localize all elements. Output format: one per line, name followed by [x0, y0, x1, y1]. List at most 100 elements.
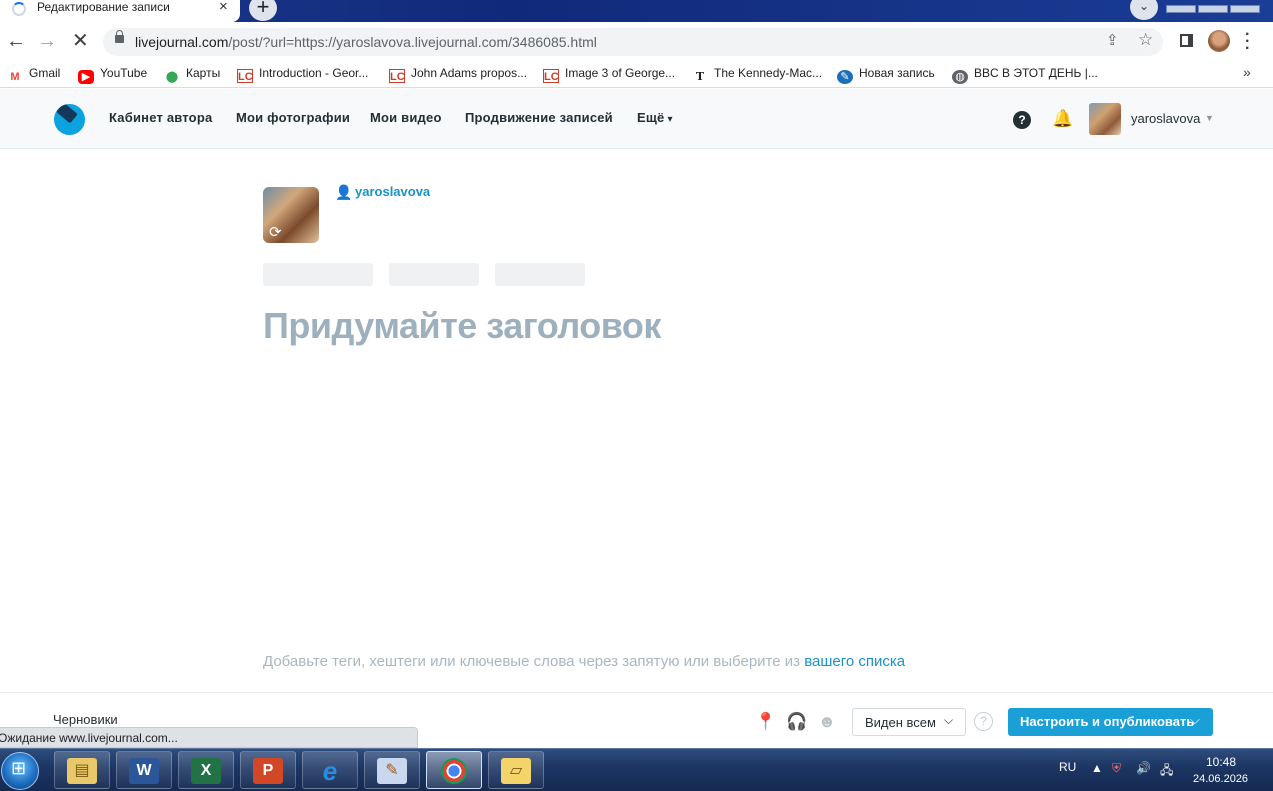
- status-text: Ожидание www.livejournal.com...: [0, 731, 178, 745]
- tab-close-button[interactable]: ×: [219, 0, 228, 15]
- globe-icon: ◍: [952, 70, 968, 84]
- lj-header: Кабинет автора Мои фотографии Мои видео …: [0, 89, 1273, 149]
- window-controls[interactable]: [1166, 0, 1273, 13]
- active-tab[interactable]: Редактирование записи ×: [0, 0, 240, 22]
- nav-my-videos[interactable]: Мои видео: [370, 110, 442, 125]
- author-avatar[interactable]: ⟳: [263, 187, 319, 243]
- visibility-help-icon[interactable]: ?: [974, 712, 993, 731]
- user-avatar[interactable]: [1089, 103, 1121, 135]
- browser-toolbar: ← → ✕ livejournal.com/post/?url=https://…: [0, 22, 1273, 60]
- taskbar-word[interactable]: W: [116, 751, 172, 789]
- start-button[interactable]: [1, 752, 39, 790]
- chevron-down-icon[interactable]: ▼: [1205, 113, 1214, 123]
- clock-date[interactable]: 24.06.2026: [1193, 773, 1248, 785]
- publish-button[interactable]: Настроить и опубликовать ⌵: [1008, 708, 1213, 736]
- explorer-icon: ▤: [67, 757, 97, 784]
- taskbar-internet-explorer[interactable]: e: [302, 751, 358, 789]
- chevron-down-icon[interactable]: ⌵: [1190, 712, 1200, 728]
- author-name-link[interactable]: yaroslavova: [355, 184, 430, 199]
- tray-security-icon[interactable]: ⛨: [1112, 761, 1121, 776]
- clock-time[interactable]: 10:48: [1206, 755, 1236, 769]
- headphones-icon[interactable]: 🎧: [786, 712, 807, 732]
- user-icon: 👤: [335, 184, 353, 200]
- youtube-icon: ▶: [78, 70, 94, 84]
- bookmarks-overflow-button[interactable]: »: [1243, 64, 1251, 80]
- visibility-select[interactable]: Виден всем ⌵: [852, 708, 966, 736]
- browser-menu-icon[interactable]: · · ·: [1245, 27, 1250, 57]
- bookmarks-bar: M Gmail ▶ YouTube ⬤ Карты LC Introduction - …: [0, 60, 1273, 88]
- visibility-label: Виден всем: [865, 715, 936, 730]
- taskbar-folder[interactable]: ▱: [488, 751, 544, 789]
- help-icon[interactable]: ?: [1013, 111, 1031, 129]
- folder-icon: ▱: [501, 757, 531, 784]
- loading-placeholder: [389, 263, 479, 286]
- lock-icon: [115, 30, 124, 43]
- bookmark-bbc[interactable]: ◍ BBC В ЭТОТ ДЕНЬ |...: [952, 66, 1098, 84]
- back-arrow-icon[interactable]: ←: [6, 30, 26, 52]
- loading-spinner-icon: [12, 2, 26, 16]
- loc-icon: LC: [543, 69, 559, 83]
- nav-my-photos[interactable]: Мои фотографии: [236, 110, 350, 125]
- nav-promotion[interactable]: Продвижение записей: [465, 110, 613, 125]
- refresh-icon[interactable]: ⟳: [269, 223, 282, 241]
- tags-hint: Добавьте теги, хештеги или ключевые слов…: [263, 653, 805, 670]
- taskbar-powerpoint[interactable]: P: [240, 751, 296, 789]
- network-icon[interactable]: 🖧: [1160, 761, 1173, 782]
- loc-icon: LC: [389, 69, 405, 83]
- publish-label: Настроить и опубликовать: [1020, 714, 1195, 729]
- bookmark-youtube[interactable]: ▶ YouTube: [78, 66, 147, 84]
- tab-search-button[interactable]: ⌄: [1130, 0, 1158, 20]
- paint-icon: ✎: [377, 757, 407, 784]
- nyt-icon: T: [695, 70, 705, 83]
- taskbar-chrome[interactable]: [426, 751, 482, 789]
- browser-status-bubble: Ожидание www.livejournal.com...: [0, 727, 418, 748]
- post-title-input[interactable]: Придумайте заголовок: [263, 305, 661, 347]
- taskbar-paint[interactable]: ✎: [364, 751, 420, 789]
- side-panel-icon[interactable]: [1180, 34, 1193, 47]
- tray-expand-icon[interactable]: ▲: [1091, 761, 1103, 775]
- bookmark-maps[interactable]: ⬤ Карты: [164, 66, 220, 84]
- windows-taskbar: ▤ W X P e ✎ ▱ RU ▲ ⛨ 🔊 🖧 10:48 24.06.202…: [0, 748, 1273, 791]
- internet-explorer-icon: e: [322, 755, 338, 786]
- chrome-icon: [441, 757, 467, 784]
- word-icon: W: [129, 757, 159, 784]
- taskbar-excel[interactable]: X: [178, 751, 234, 789]
- bookmark-nyt[interactable]: T The Kennedy-Mac...: [692, 66, 822, 84]
- new-tab-button[interactable]: +: [249, 0, 277, 21]
- bookmark-new-post[interactable]: ✎ Новая запись: [837, 66, 935, 84]
- bookmark-gmail[interactable]: M Gmail: [7, 66, 60, 84]
- volume-icon[interactable]: 🔊: [1136, 761, 1151, 775]
- powerpoint-icon: P: [253, 757, 283, 784]
- livejournal-icon: ✎: [837, 70, 853, 84]
- stop-loading-icon[interactable]: ✕: [72, 30, 89, 52]
- nav-author-cabinet[interactable]: Кабинет автора: [109, 110, 212, 125]
- language-indicator[interactable]: RU: [1059, 760, 1076, 774]
- taskbar-explorer[interactable]: ▤: [54, 751, 110, 789]
- bookmark-loc-1[interactable]: LC Introduction - Geor...: [237, 66, 368, 83]
- loc-icon: LC: [237, 69, 253, 83]
- location-pin-icon[interactable]: 📍: [755, 712, 776, 732]
- drafts-link[interactable]: Черновики: [53, 712, 118, 727]
- share-icon[interactable]: ⇪: [1106, 31, 1119, 49]
- tags-input[interactable]: Добавьте теги, хештеги или ключевые слов…: [263, 653, 905, 670]
- forward-arrow-icon[interactable]: →: [37, 30, 57, 52]
- browser-tab-strip: Редактирование записи × + ⌄: [0, 0, 1273, 22]
- tab-title: Редактирование записи: [37, 0, 170, 14]
- nav-more-dropdown[interactable]: Ещё: [637, 110, 673, 125]
- bookmark-loc-3[interactable]: LC Image 3 of George...: [543, 66, 675, 83]
- header-username[interactable]: yaroslavova: [1131, 111, 1200, 126]
- excel-icon: X: [191, 757, 221, 784]
- chevron-down-icon: ⌵: [944, 713, 954, 727]
- url-text[interactable]: livejournal.com/post/?url=https://yarosl…: [135, 34, 597, 50]
- profile-avatar[interactable]: [1208, 30, 1230, 52]
- bell-icon[interactable]: 🔔: [1052, 109, 1073, 129]
- maps-icon: ⬤: [165, 71, 179, 83]
- loading-placeholder: [263, 263, 373, 286]
- loading-placeholder: [495, 263, 585, 286]
- smiley-icon[interactable]: ☻: [818, 712, 836, 732]
- bookmark-loc-2[interactable]: LC John Adams propos...: [389, 66, 527, 83]
- tags-list-link[interactable]: вашего списка: [804, 653, 905, 670]
- bookmark-star-icon[interactable]: ☆: [1138, 30, 1153, 50]
- address-bar[interactable]: livejournal.com/post/?url=https://yarosl…: [103, 28, 1163, 56]
- livejournal-logo-icon[interactable]: [54, 104, 85, 135]
